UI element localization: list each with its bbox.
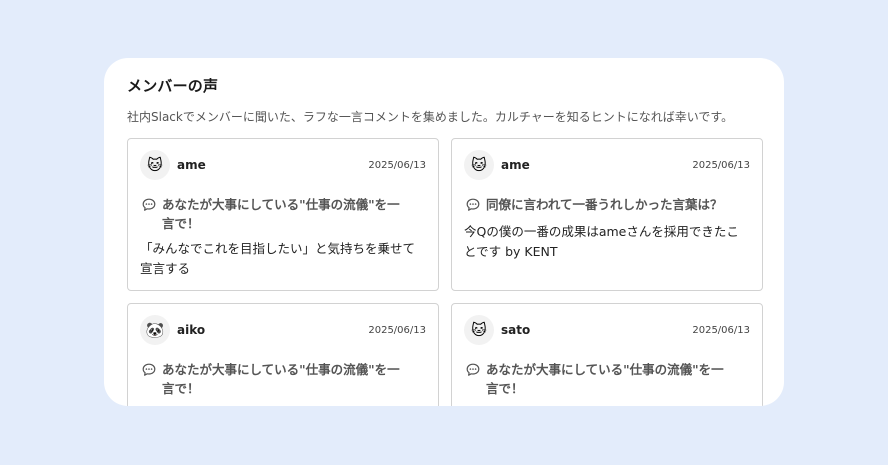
author-name: sato — [501, 323, 531, 337]
section-description: 社内Slackでメンバーに聞いた、ラフな一言コメントを集めました。カルチャーを知… — [127, 110, 734, 124]
question: あなたが大事にしている"仕事の流儀"を一言で！ — [465, 360, 735, 398]
answer-text: 今Qの僕の一番の成果はameさんを採用できたことです by KENT — [464, 224, 739, 259]
speech-bubble-icon — [142, 198, 156, 211]
question: あなたが大事にしている"仕事の流儀"を一言で！ — [141, 360, 411, 398]
post-date: 2025/06/13 — [692, 325, 750, 336]
comment-card[interactable]: 🐱 ame 2025/06/13 あなたが大事にしている"仕事の流儀"を一言で！… — [127, 138, 439, 291]
post-date: 2025/06/13 — [692, 160, 750, 171]
comment-card[interactable]: 🐱 ame 2025/06/13 同僚に言われて一番うれしかった言葉は？ 今Qの… — [451, 138, 763, 291]
speech-bubble-icon — [466, 363, 480, 376]
question: あなたが大事にしている"仕事の流儀"を一言で！ — [141, 195, 411, 233]
question-text: あなたが大事にしている"仕事の流儀"を一言で！ — [486, 362, 724, 396]
member-voices-panel: メンバーの声 社内Slackでメンバーに聞いた、ラフな一言コメントを集めました。… — [104, 58, 784, 406]
speech-bubble-icon — [466, 198, 480, 211]
comment-card[interactable]: 🐼 aiko 2025/06/13 あなたが大事にしている"仕事の流儀"を一言で… — [127, 303, 439, 406]
avatar: 🐱 — [464, 315, 494, 345]
answer-text: 「みんなでこれを目指したい」と気持ちを乗せて宣言する — [140, 241, 416, 276]
comment-card[interactable]: 🐱 sato 2025/06/13 あなたが大事にしている"仕事の流儀"を一言で… — [451, 303, 763, 406]
post-date: 2025/06/13 — [368, 325, 426, 336]
author-name: aiko — [177, 323, 206, 337]
avatar: 🐼 — [140, 315, 170, 345]
question-text: あなたが大事にしている"仕事の流儀"を一言で！ — [162, 362, 400, 396]
question: 同僚に言われて一番うれしかった言葉は？ — [465, 195, 735, 214]
author-name: ame — [177, 158, 206, 172]
speech-bubble-icon — [142, 363, 156, 376]
question-text: 同僚に言われて一番うれしかった言葉は？ — [486, 197, 723, 212]
avatar: 🐱 — [140, 150, 170, 180]
section-title: メンバーの声 — [127, 77, 219, 95]
post-date: 2025/06/13 — [368, 160, 426, 171]
author-name: ame — [501, 158, 530, 172]
question-text: あなたが大事にしている"仕事の流儀"を一言で！ — [162, 197, 400, 231]
avatar: 🐱 — [464, 150, 494, 180]
